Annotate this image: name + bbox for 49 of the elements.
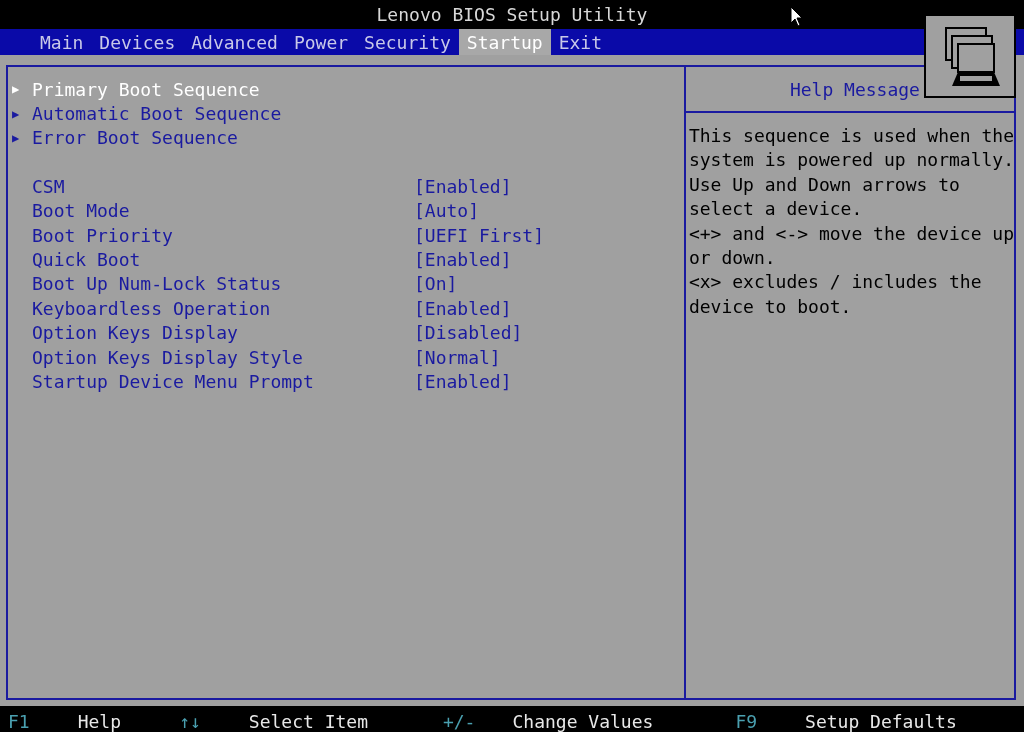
key-action: Change Values (512, 711, 655, 732)
setting-label[interactable]: Boot Priority (32, 224, 414, 246)
key-hint: F9 (735, 711, 759, 732)
menu-tab[interactable]: Security (356, 29, 459, 55)
submenu-marker: ▶ (12, 82, 21, 97)
setting-label[interactable]: Startup Device Menu Prompt (32, 371, 414, 392)
help-text: device to boot. (688, 295, 853, 319)
help-text: select a device. (688, 198, 864, 222)
help-text: <x> excludes / includes the (688, 271, 983, 295)
setting-label[interactable]: Boot Mode (32, 200, 414, 222)
setting-value[interactable]: [Enabled] (414, 175, 512, 197)
submenu-marker: ▶ (12, 130, 21, 145)
key-action: Select Item (248, 711, 370, 732)
help-text: Use Up and Down arrows to (688, 173, 961, 197)
help-text: This sequence is used when the (688, 125, 1014, 148)
setting-value[interactable]: [Disabled] (414, 322, 523, 344)
menu-tab[interactable]: Advanced (183, 29, 286, 55)
setting-label[interactable]: Keyboardless Operation (32, 297, 414, 319)
key-action: Help (77, 711, 122, 732)
setting-value[interactable]: [UEFI First] (414, 224, 545, 246)
setting-value[interactable]: [Auto] (414, 200, 480, 222)
setting-label[interactable]: CSM (32, 175, 414, 197)
menu-tab[interactable]: Devices (91, 29, 184, 55)
key-hint: +/- (442, 711, 477, 732)
setting-value[interactable]: [On] (414, 273, 458, 295)
submenu-item[interactable]: Error Boot Sequence (32, 127, 238, 149)
key-action: Setup Defaults (805, 711, 958, 732)
setting-label[interactable]: Option Keys Display Style (32, 346, 414, 368)
help-title: Help Message (789, 78, 920, 100)
setting-value[interactable]: [Enabled] (414, 371, 512, 392)
key-hint: ↑↓ (179, 711, 202, 732)
help-text: system is powered up normally. (688, 149, 1014, 173)
menu-tab[interactable]: Power (285, 29, 357, 55)
setting-label[interactable]: Option Keys Display (32, 322, 414, 344)
window-title: Lenovo BIOS Setup Utility (376, 4, 648, 25)
setting-value[interactable]: [Normal] (414, 346, 501, 368)
help-text: <+> and <-> move the device up (688, 222, 1014, 246)
submenu-marker: ▶ (12, 106, 21, 121)
setting-value[interactable]: [Enabled] (414, 297, 512, 319)
menu-tab[interactable]: Startup (458, 29, 551, 55)
setting-label[interactable]: Boot Up Num-Lock Status (32, 273, 414, 295)
setting-value[interactable]: [Enabled] (414, 249, 512, 271)
help-text: or down. (688, 246, 777, 270)
setting-label[interactable]: Quick Boot (32, 249, 414, 271)
menu-tab[interactable]: Exit (550, 29, 611, 55)
submenu-item[interactable]: Automatic Boot Sequence (32, 103, 282, 125)
menu-tab[interactable]: Main (32, 29, 92, 55)
key-hint: F1 (8, 711, 31, 732)
submenu-item[interactable]: Primary Boot Sequence (32, 78, 260, 100)
